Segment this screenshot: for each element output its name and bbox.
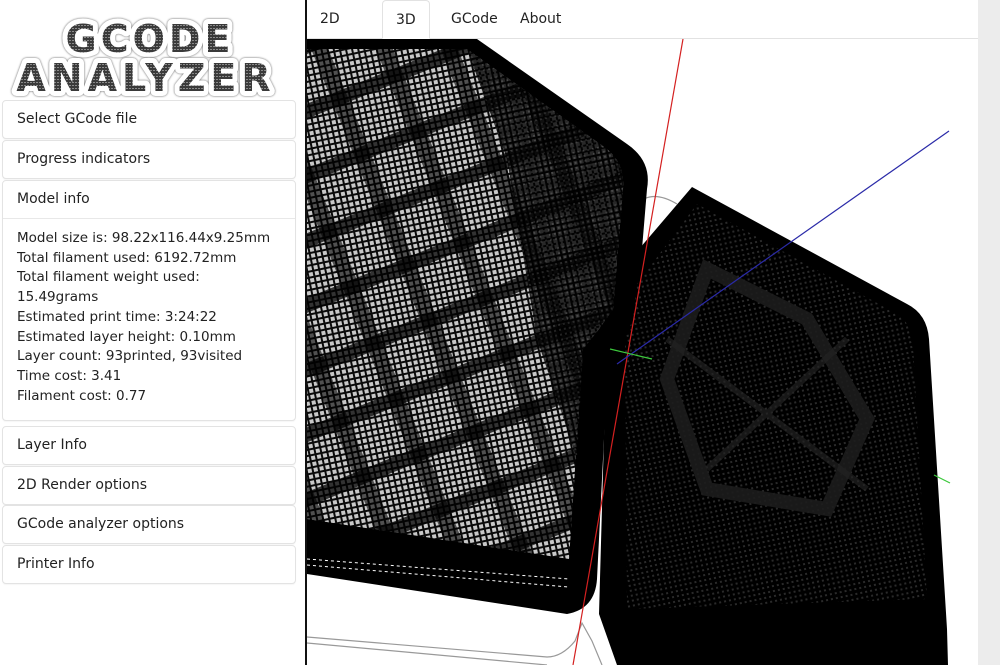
- panel-header[interactable]: Layer Info: [3, 427, 295, 464]
- tab-3d[interactable]: 3D: [382, 0, 430, 39]
- viewer-tabs: 2D 3D GCode About: [307, 0, 978, 39]
- filament-cost: Filament cost: 0.77: [17, 387, 147, 404]
- gcode-analyzer-logo: GCODE ANALYZER: [11, 12, 275, 98]
- panel-header[interactable]: GCode analyzer options: [3, 506, 295, 543]
- layer-height: Estimated layer height: 0.10mm: [17, 328, 236, 345]
- viewer: 2D 3D GCode About: [307, 0, 978, 665]
- tab-about[interactable]: About: [507, 0, 574, 38]
- tab-2d[interactable]: 2D: [307, 0, 353, 38]
- sidebar: GCODE ANALYZER Select GCode file Progres…: [0, 0, 300, 665]
- model-part-right: [599, 187, 948, 665]
- panel-printer-info[interactable]: Printer Info: [2, 545, 296, 584]
- tab-gcode[interactable]: GCode: [438, 0, 511, 38]
- model-size: Model size is: 98.22x116.44x9.25mm: [17, 230, 271, 246]
- filament-used: Total filament used: 6192.72mm: [17, 249, 237, 266]
- model-info-body: Model size is: 98.22x116.44x9.25mm Total…: [3, 218, 295, 420]
- panel-header[interactable]: Progress indicators: [3, 141, 295, 178]
- panel-header[interactable]: Printer Info: [3, 546, 295, 583]
- panel-header[interactable]: 2D Render options: [3, 467, 295, 504]
- panel-2d-render-options[interactable]: 2D Render options: [2, 466, 296, 505]
- 3d-render-canvas[interactable]: [307, 39, 978, 665]
- logo-line-1: GCODE: [66, 17, 235, 61]
- panel-layer-info[interactable]: Layer Info: [2, 426, 296, 465]
- panel-header[interactable]: Model info: [3, 181, 295, 218]
- filament-weight-label: Total filament weight used:: [17, 269, 200, 286]
- print-time: Estimated print time: 3:24:22: [17, 308, 217, 325]
- panel-gcode-analyzer-options[interactable]: GCode analyzer options: [2, 505, 296, 544]
- panel-model-info: Model info Model size is: 98.22x116.44x9…: [2, 180, 296, 421]
- layer-count: Layer count: 93printed, 93visited: [17, 348, 243, 365]
- logo-line-2: ANALYZER: [16, 56, 275, 98]
- page-scroll-gutter: [978, 0, 1000, 665]
- time-cost: Time cost: 3.41: [17, 367, 122, 384]
- filament-weight-value: 15.49grams: [17, 289, 99, 306]
- panel-progress-indicators[interactable]: Progress indicators: [2, 140, 296, 179]
- panel-select-gcode-file[interactable]: Select GCode file: [2, 100, 296, 139]
- panel-header[interactable]: Select GCode file: [3, 101, 295, 138]
